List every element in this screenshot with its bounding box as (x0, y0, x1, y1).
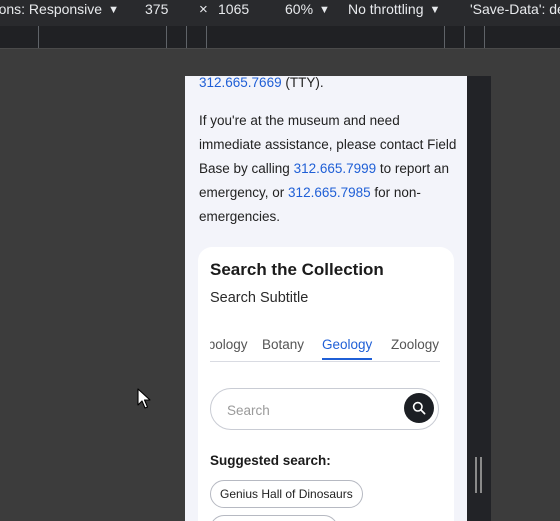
tty-suffix: (TTY). (281, 76, 324, 90)
ruler-tick (484, 26, 485, 48)
close-icon: × (199, 1, 208, 18)
chevron-down-icon: ▼ (429, 4, 441, 16)
mouse-pointer-icon (137, 388, 151, 409)
suggestion-chip[interactable] (210, 515, 338, 521)
ruler-tick (444, 26, 445, 48)
zoom-label: 60% (285, 1, 314, 17)
search-icon (412, 401, 426, 415)
emergency-phone-link[interactable]: 312.665.7999 (294, 161, 377, 176)
suggested-search-label: Suggested search: (210, 453, 331, 468)
dimensions-dropdown[interactable]: Dimensions: Responsive ▼ (0, 0, 119, 21)
media-query-ruler (0, 26, 560, 49)
search-button[interactable] (404, 393, 434, 423)
tty-phone-link[interactable]: 312.665.7669 (199, 76, 282, 90)
throttling-dropdown[interactable]: No throttling ▼ (348, 0, 440, 21)
collection-tabs: Anthropology Botany Geology Zoology (210, 335, 440, 362)
tab-anthropology[interactable]: Anthropology (210, 337, 248, 352)
zoom-dropdown[interactable]: 60% ▼ (285, 0, 330, 21)
suggestion-chip[interactable]: Genius Hall of Dinosaurs (210, 480, 363, 508)
width-input[interactable]: 375 (145, 0, 168, 19)
save-data-dropdown[interactable]: 'Save-Data': default (470, 0, 560, 19)
chevron-down-icon: ▼ (319, 4, 330, 16)
search-field (210, 388, 439, 430)
non-emergency-phone-link[interactable]: 312.665.7985 (288, 185, 371, 200)
ruler-tick (464, 26, 465, 48)
resize-handle[interactable] (474, 457, 484, 493)
search-collection-card: Search the Collection Search Subtitle An… (198, 247, 454, 521)
search-input[interactable] (225, 399, 399, 421)
throttling-label: No throttling (348, 1, 424, 17)
tty-line: 312.665.7669 (TTY). (199, 76, 461, 95)
tab-zoology[interactable]: Zoology (391, 337, 439, 352)
device-toolbar: Dimensions: Responsive▼ 375 × 1065 60%▼ … (0, 0, 560, 26)
tab-geology[interactable]: Geology (322, 337, 373, 360)
card-subtitle: Search Subtitle (210, 290, 309, 306)
ruler-tick (38, 26, 39, 48)
handle-grip (475, 457, 477, 493)
height-input[interactable]: 1065 (218, 0, 249, 19)
dimensions-label: Dimensions: Responsive (0, 1, 103, 17)
handle-grip (480, 457, 482, 493)
chevron-down-icon: ▼ (108, 4, 119, 16)
ruler-tick (206, 26, 207, 48)
device-viewport: 312.665.7669 (TTY). If you're at the mus… (185, 76, 467, 521)
viewport-right-edge (467, 76, 491, 521)
tab-botany[interactable]: Botany (262, 337, 304, 352)
assistance-paragraph: If you're at the museum and need immedia… (199, 109, 461, 229)
card-title: Search the Collection (210, 260, 384, 279)
ruler-tick (186, 26, 187, 48)
ruler-tick (166, 26, 167, 48)
